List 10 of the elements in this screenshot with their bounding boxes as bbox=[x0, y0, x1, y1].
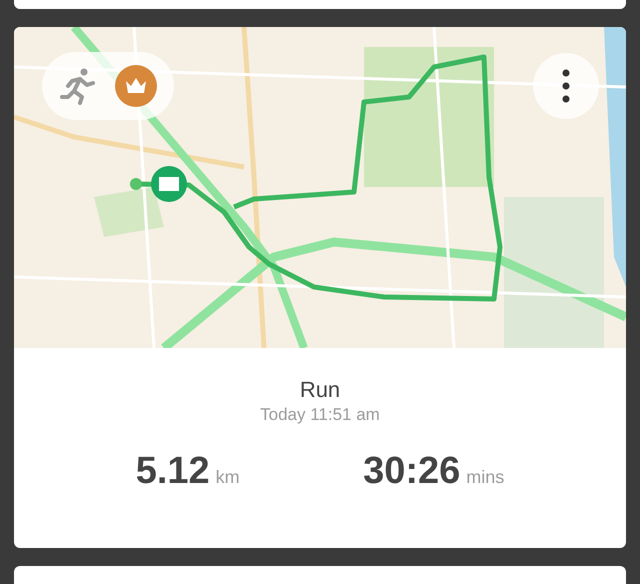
more-icon bbox=[562, 69, 570, 103]
activity-card[interactable]: Run Today 11:51 am 5.12 km 30:26 mins bbox=[14, 27, 626, 548]
stat-value: 30:26 bbox=[363, 452, 460, 490]
crown-icon bbox=[114, 65, 156, 107]
runner-icon bbox=[60, 67, 96, 105]
activity-time: Today 11:51 am bbox=[260, 404, 380, 426]
stat-unit: mins bbox=[466, 466, 504, 489]
stat-value: 5.12 bbox=[136, 452, 210, 490]
stat-unit: km bbox=[216, 466, 240, 489]
activity-title: Run bbox=[300, 376, 340, 404]
